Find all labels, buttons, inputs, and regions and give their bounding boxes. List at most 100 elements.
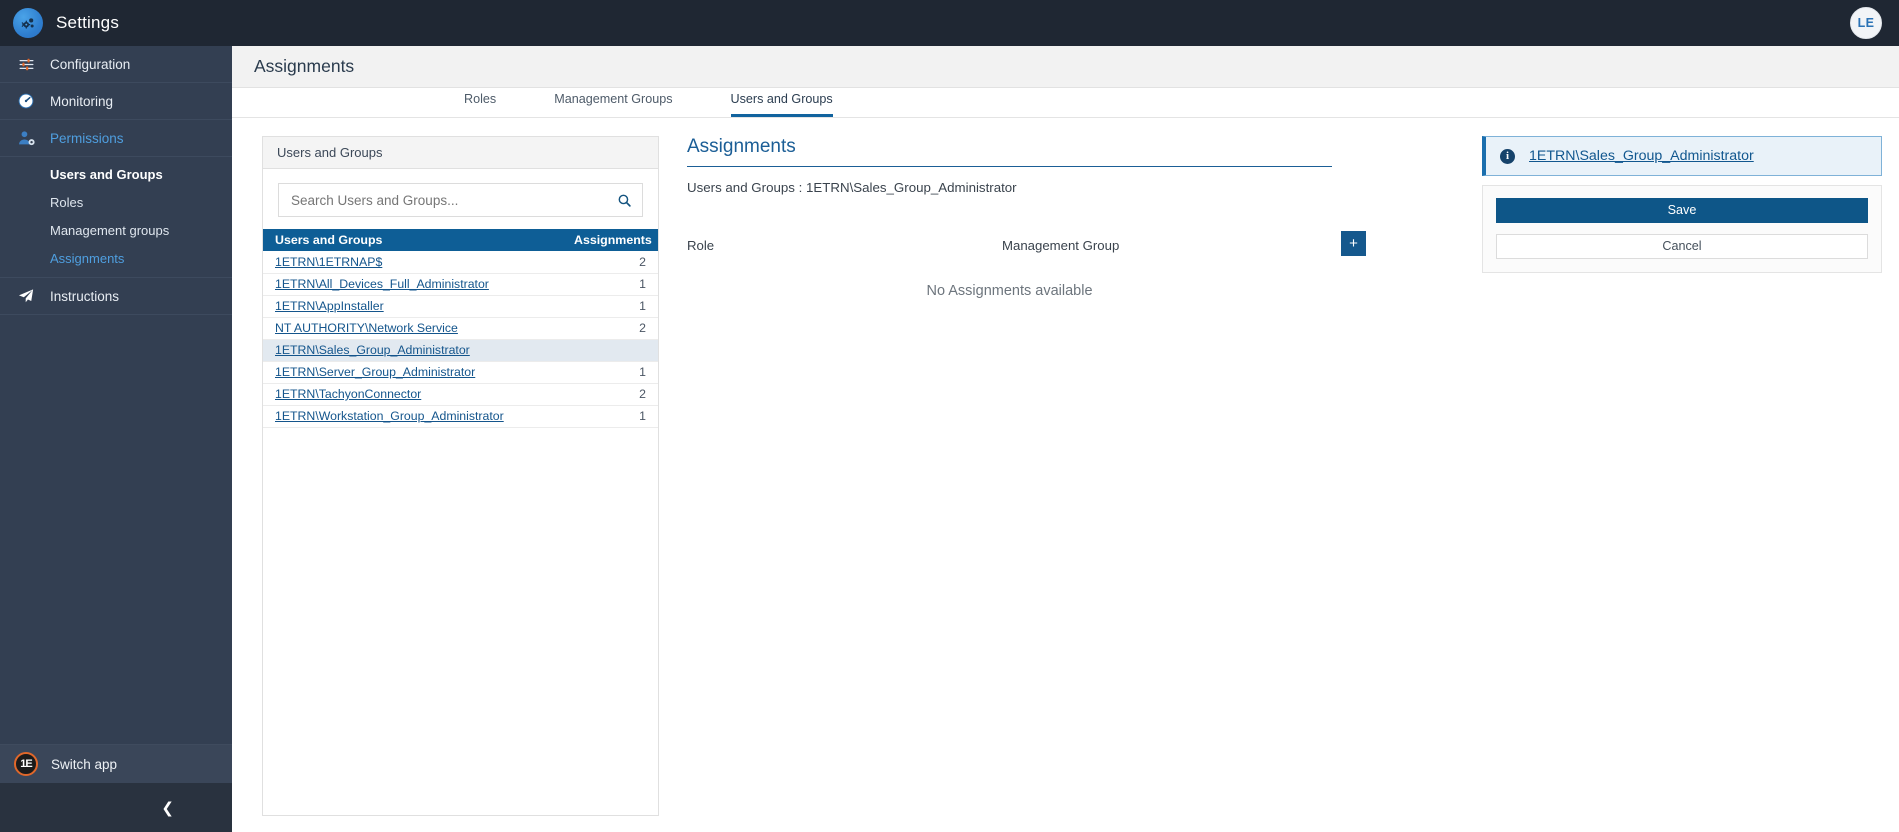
- table-cell-name: 1ETRN\All_Devices_Full_Administrator: [263, 273, 562, 296]
- table-cell-name: 1ETRN\1ETRNAP$: [263, 251, 562, 274]
- assignments-detail-title: Assignments: [687, 136, 796, 157]
- sidebar-sub-label: Assignments: [50, 250, 125, 266]
- app-title: Settings: [56, 13, 120, 32]
- sidebar-item-label: Permissions: [50, 130, 124, 146]
- sidebar-filler: [0, 315, 232, 744]
- sidebar-permissions-subnav: Users and Groups Roles Management groups…: [0, 157, 232, 278]
- paper-plane-icon: [16, 286, 36, 306]
- settings-app-window: Settings LE Configuration Monitoring Per…: [0, 0, 1899, 832]
- table-row[interactable]: 1ETRN\All_Devices_Full_Administrator 1: [263, 273, 658, 296]
- sidebar-item-permissions[interactable]: Permissions: [0, 120, 232, 157]
- table-row[interactable]: NT AUTHORITY\Network Service 2: [263, 317, 658, 340]
- table-row-selected[interactable]: 1ETRN\Sales_Group_Administrator: [263, 339, 658, 362]
- search-input[interactable]: [279, 184, 642, 216]
- sidebar-sub-label: Users and Groups: [50, 166, 163, 182]
- search-container: [263, 169, 658, 229]
- column-header-management-group: Management Group: [1002, 238, 1120, 253]
- cancel-button[interactable]: Cancel: [1496, 234, 1868, 259]
- table-cell-assignments: 2: [562, 251, 658, 274]
- no-assignments-message: No Assignments available: [926, 283, 1093, 299]
- sidebar-collapse-button[interactable]: ❮: [0, 783, 232, 832]
- sidebar-item-label: Instructions: [50, 288, 120, 304]
- avatar[interactable]: LE: [1850, 7, 1882, 39]
- switch-app-button[interactable]: 1E Switch app: [0, 744, 232, 783]
- column-header-users-and-groups[interactable]: Users and Groups: [263, 229, 562, 251]
- tab-roles[interactable]: Roles: [464, 93, 496, 117]
- page-title: Assignments: [254, 56, 355, 76]
- sliders-icon: [16, 54, 36, 74]
- tab-users-and-groups[interactable]: Users and Groups: [730, 93, 833, 117]
- sidebar-item-instructions[interactable]: Instructions: [0, 278, 232, 315]
- table-cell-name: 1ETRN\TachyonConnector: [263, 383, 562, 406]
- sidebar-sub-label: Management groups: [50, 222, 170, 238]
- user-group-link[interactable]: 1ETRN\1ETRNAP$: [275, 255, 382, 269]
- table-row[interactable]: 1ETRN\Workstation_Group_Administrator 1: [263, 405, 658, 428]
- table-cell-assignments: 1: [562, 361, 658, 384]
- sidebar-item-assignments[interactable]: Assignments: [0, 244, 232, 272]
- table-row[interactable]: 1ETRN\1ETRNAP$ 2: [263, 251, 658, 274]
- sidebar: Configuration Monitoring Permissions Use…: [0, 46, 232, 832]
- brand[interactable]: Settings: [0, 0, 232, 46]
- sidebar-item-configuration[interactable]: Configuration: [0, 46, 232, 83]
- action-buttons-panel: Save Cancel: [1482, 185, 1882, 273]
- user-group-link[interactable]: 1ETRN\All_Devices_Full_Administrator: [275, 277, 489, 291]
- info-icon: i: [1500, 148, 1515, 164]
- sidebar-nav: Configuration Monitoring Permissions Use…: [0, 46, 232, 315]
- table-cell-assignments: 1: [562, 273, 658, 296]
- table-row[interactable]: 1ETRN\TachyonConnector 2: [263, 383, 658, 406]
- user-group-link[interactable]: 1ETRN\Server_Group_Administrator: [275, 365, 475, 379]
- table-cell-assignments: [562, 339, 658, 362]
- switch-app-label: Switch app: [51, 756, 118, 772]
- table-cell-assignments: 2: [562, 317, 658, 340]
- search-icon[interactable]: [614, 190, 634, 210]
- table-cell-name: 1ETRN\AppInstaller: [263, 295, 562, 318]
- sidebar-item-monitoring[interactable]: Monitoring: [0, 83, 232, 120]
- page-header: Assignments: [232, 46, 1899, 88]
- table-cell-name: 1ETRN\Sales_Group_Administrator: [263, 339, 562, 362]
- users-and-groups-panel: Users and Groups Users and Groups: [262, 136, 659, 816]
- column-header-role: Role: [687, 238, 715, 253]
- tab-management-groups[interactable]: Management Groups: [554, 93, 672, 117]
- table-cell-assignments: 1: [562, 405, 658, 428]
- user-group-link[interactable]: 1ETRN\Sales_Group_Administrator: [275, 343, 470, 357]
- sidebar-item-roles[interactable]: Roles: [0, 188, 232, 216]
- selected-item-info-box: i 1ETRN\Sales_Group_Administrator: [1482, 136, 1882, 176]
- user-group-link[interactable]: 1ETRN\Workstation_Group_Administrator: [275, 409, 504, 423]
- table-header: Users and Groups Assignments: [263, 229, 658, 251]
- user-group-link[interactable]: 1ETRN\TachyonConnector: [275, 387, 421, 401]
- sidebar-item-management-groups[interactable]: Management groups: [0, 216, 232, 244]
- users-and-groups-table: Users and Groups Assignments 1ETRN\1ETRN…: [263, 229, 658, 428]
- user-group-link[interactable]: 1ETRN\AppInstaller: [275, 299, 384, 313]
- right-rail: i 1ETRN\Sales_Group_Administrator Save C…: [1482, 136, 1882, 273]
- title-divider: [687, 166, 1332, 167]
- user-group-link[interactable]: NT AUTHORITY\Network Service: [275, 321, 458, 335]
- gauge-icon: [16, 91, 36, 111]
- save-button[interactable]: Save: [1496, 198, 1868, 223]
- table-cell-assignments: 2: [562, 383, 658, 406]
- top-bar: Settings LE: [0, 0, 1899, 46]
- selected-item-link[interactable]: 1ETRN\Sales_Group_Administrator: [1529, 148, 1754, 164]
- assignments-detail: Assignments Users and Groups : 1ETRN\Sal…: [687, 136, 1366, 299]
- one-e-logo-text: 1E: [20, 758, 33, 770]
- table-cell-assignments: 1: [562, 295, 658, 318]
- column-header-assignments[interactable]: Assignments: [562, 229, 658, 251]
- table-cell-name: NT AUTHORITY\Network Service: [263, 317, 562, 340]
- assignments-detail-subtitle: Users and Groups : 1ETRN\Sales_Group_Adm…: [687, 180, 1017, 195]
- table-row[interactable]: 1ETRN\AppInstaller 1: [263, 295, 658, 318]
- content-area: Users and Groups Users and Groups: [232, 119, 1899, 832]
- assignments-table-header: Role Management Group +: [687, 231, 1366, 263]
- table-body: 1ETRN\1ETRNAP$ 2 1ETRN\All_Devices_Full_…: [263, 251, 658, 428]
- sidebar-item-label: Configuration: [50, 56, 131, 72]
- sidebar-sub-label: Roles: [50, 194, 84, 210]
- table-cell-name: 1ETRN\Workstation_Group_Administrator: [263, 405, 562, 428]
- sidebar-item-users-and-groups[interactable]: Users and Groups: [0, 160, 232, 188]
- add-assignment-button[interactable]: +: [1341, 231, 1366, 256]
- sidebar-item-label: Monitoring: [50, 93, 114, 109]
- search-box[interactable]: [278, 183, 643, 217]
- gears-icon: [13, 8, 43, 38]
- table-row[interactable]: 1ETRN\Server_Group_Administrator 1: [263, 361, 658, 384]
- table-header-row: Users and Groups Assignments: [263, 229, 658, 251]
- one-e-logo-icon: 1E: [14, 752, 38, 776]
- tab-bar: Roles Management Groups Users and Groups: [232, 88, 1899, 118]
- users-and-groups-panel-title: Users and Groups: [263, 137, 658, 169]
